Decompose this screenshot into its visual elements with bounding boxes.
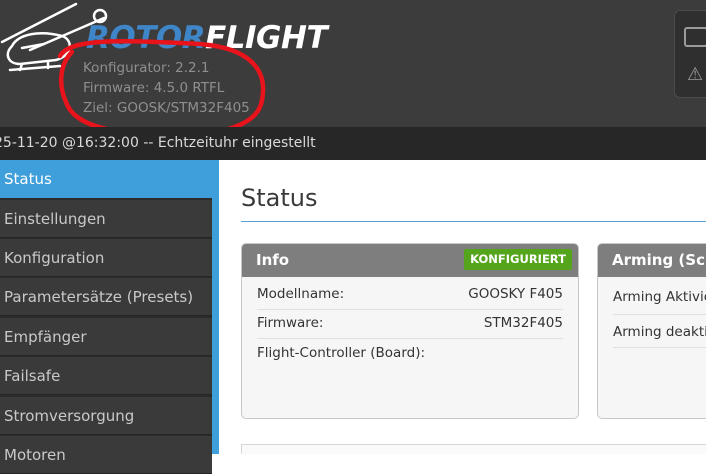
log-status-bar: 25-11-20 @16:32:00 -- Echtzeituhr einges… <box>0 127 706 160</box>
info-row-firmware: Firmware: STM32F405 <box>257 309 563 339</box>
info-card: Info KONFIGURIERT Modellname: GOOSKY F40… <box>241 243 579 419</box>
sidebar-item-konfiguration[interactable]: Konfiguration <box>0 239 212 277</box>
model-name-value: GOOSKY F405 <box>468 286 563 302</box>
firmware-value: STM32F405 <box>483 315 563 331</box>
info-card-title: Info <box>256 251 290 269</box>
red-circle-annotation <box>57 39 266 127</box>
window-panel[interactable]: ⚠ <box>674 10 706 98</box>
arming-disable-label: Arming deaktiv <box>613 324 706 340</box>
firmware-label: Firmware: <box>257 315 324 331</box>
window-icon[interactable] <box>684 27 706 47</box>
bottom-panel <box>241 444 706 454</box>
page-title: Status <box>241 184 318 212</box>
sidebar-item-failsafe[interactable]: Failsafe <box>0 357 212 395</box>
sidebar-item-motoren[interactable]: Motoren <box>0 436 212 474</box>
arming-enable-label: Arming Aktivie <box>613 289 706 305</box>
log-message: 25-11-20 @16:32:00 -- Echtzeituhr einges… <box>0 135 316 151</box>
info-card-header: Info KONFIGURIERT <box>242 244 578 277</box>
sidebar-item-status[interactable]: Status <box>0 160 212 198</box>
sidebar-item-stromversorgung[interactable]: Stromversorgung <box>0 397 212 435</box>
sidebar-accent-edge <box>212 160 219 454</box>
arming-card-header: Arming (Sch <box>598 244 706 277</box>
arming-row-disable: Arming deaktiv <box>613 318 706 348</box>
sidebar-item-presets[interactable]: Parametersätze (Presets) <box>0 278 212 316</box>
warning-icon: ⚠ <box>687 64 704 85</box>
arming-card-title: Arming (Sch <box>612 251 706 269</box>
sidebar-item-einstellungen[interactable]: Einstellungen <box>0 200 212 238</box>
board-label: Flight-Controller (Board): <box>257 345 426 361</box>
info-row-board: Flight-Controller (Board): <box>257 339 563 368</box>
arming-row-enable: Arming Aktivie <box>613 280 706 315</box>
status-badge: KONFIGURIERT <box>464 249 572 270</box>
arming-card: Arming (Sch Arming Aktivie Arming deakti… <box>597 243 706 419</box>
main-content: Status Info KONFIGURIERT Modellname: GOO… <box>219 160 706 454</box>
title-divider <box>241 221 706 222</box>
model-name-label: Modellname: <box>257 286 345 302</box>
sidebar: Status Einstellungen Konfiguration Param… <box>0 160 219 474</box>
app-header: ROTORFLIGHT Konfigurator: 2.2.1 Firmware… <box>0 0 706 127</box>
info-row-model: Modellname: GOOSKY F405 <box>257 280 563 310</box>
sidebar-item-empfaenger[interactable]: Empfänger <box>0 318 212 356</box>
